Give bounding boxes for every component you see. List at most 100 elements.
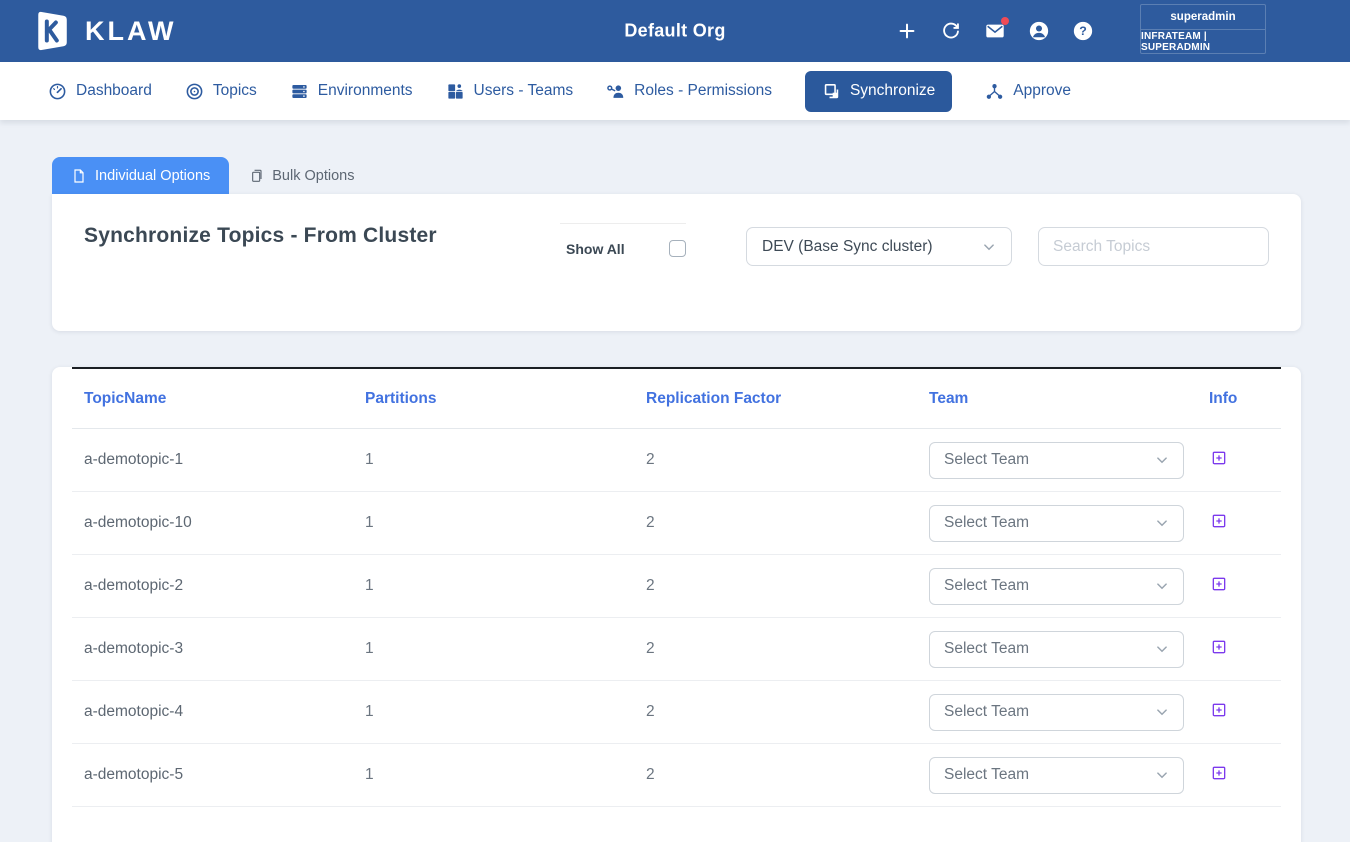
col-partitions[interactable]: Partitions — [353, 390, 634, 408]
nav-label: Topics — [213, 82, 257, 100]
chevron-down-icon — [1153, 451, 1171, 469]
partitions-cell: 1 — [353, 451, 634, 469]
nav-label: Environments — [318, 82, 413, 100]
topic-name-cell: a-demotopic-4 — [72, 703, 353, 721]
topic-info-plus-icon[interactable] — [1211, 702, 1227, 718]
team-select[interactable]: Select Team — [929, 631, 1184, 668]
tab-individual-options[interactable]: Individual Options — [52, 157, 229, 194]
team-select-value: Select Team — [944, 766, 1029, 784]
topic-info-plus-icon[interactable] — [1211, 576, 1227, 592]
approve-icon — [985, 82, 1004, 101]
table-row: a-demotopic-5 1 2 Select Team — [72, 744, 1281, 807]
show-all-checkbox[interactable] — [669, 240, 686, 257]
table-row: a-demotopic-1 1 2 Select Team — [72, 429, 1281, 492]
topics-table: TopicName Partitions Replication Factor … — [72, 367, 1281, 807]
nav-label: Synchronize — [850, 82, 935, 100]
nav-item-approve[interactable]: Approve — [985, 82, 1071, 101]
table-row: a-demotopic-4 1 2 Select Team — [72, 681, 1281, 744]
chevron-down-icon — [980, 238, 998, 256]
team-select[interactable]: Select Team — [929, 757, 1184, 794]
nav-label: Approve — [1013, 82, 1071, 100]
nav-item-environments[interactable]: Environments — [290, 82, 413, 101]
team-select[interactable]: Select Team — [929, 505, 1184, 542]
user-info-box[interactable]: superadmin INFRATEAM | SUPERADMIN — [1140, 4, 1266, 54]
team-select[interactable]: Select Team — [929, 442, 1184, 479]
team-select[interactable]: Select Team — [929, 694, 1184, 731]
nav-item-synchronize[interactable]: Synchronize — [805, 71, 952, 112]
col-replication-factor[interactable]: Replication Factor — [634, 390, 917, 408]
cluster-select[interactable]: DEV (Base Sync cluster) — [746, 227, 1012, 266]
team-select-value: Select Team — [944, 577, 1029, 595]
files-icon — [248, 168, 264, 184]
partitions-cell: 1 — [353, 577, 634, 595]
roles-permissions-icon — [606, 82, 625, 101]
show-all-group: Show All — [560, 223, 686, 257]
team-role: INFRATEAM | SUPERADMIN — [1141, 29, 1265, 53]
topic-info-plus-icon[interactable] — [1211, 639, 1227, 655]
environments-icon — [290, 82, 309, 101]
chevron-down-icon — [1153, 703, 1171, 721]
nav-item-dashboard[interactable]: Dashboard — [48, 82, 152, 101]
team-select-value: Select Team — [944, 451, 1029, 469]
table-row: a-demotopic-3 1 2 Select Team — [72, 618, 1281, 681]
brand[interactable]: KLAW — [34, 9, 176, 53]
options-tabs: Individual Options Bulk Options — [52, 157, 1350, 194]
mail-icon[interactable] — [984, 20, 1006, 42]
chevron-down-icon — [1153, 640, 1171, 658]
refresh-icon[interactable] — [940, 20, 962, 42]
nav-item-roles-permissions[interactable]: Roles - Permissions — [606, 82, 772, 101]
table-header-row: TopicName Partitions Replication Factor … — [72, 369, 1281, 429]
topic-name-cell: a-demotopic-2 — [72, 577, 353, 595]
topic-name-cell: a-demotopic-5 — [72, 766, 353, 784]
replication-factor-cell: 2 — [634, 451, 917, 469]
file-icon — [71, 168, 87, 184]
replication-factor-cell: 2 — [634, 577, 917, 595]
replication-factor-cell: 2 — [634, 514, 917, 532]
team-select-value: Select Team — [944, 703, 1029, 721]
add-icon[interactable] — [896, 20, 918, 42]
col-info[interactable]: Info — [1197, 390, 1281, 408]
partitions-cell: 1 — [353, 703, 634, 721]
tab-bulk-options[interactable]: Bulk Options — [229, 157, 373, 194]
partitions-cell: 1 — [353, 640, 634, 658]
nav-label: Roles - Permissions — [634, 82, 772, 100]
topic-info-plus-icon[interactable] — [1211, 450, 1227, 466]
chevron-down-icon — [1153, 766, 1171, 784]
topic-info-plus-icon[interactable] — [1211, 765, 1227, 781]
search-topics-input[interactable] — [1038, 227, 1269, 266]
user-icon[interactable] — [1028, 20, 1050, 42]
tab-label: Bulk Options — [272, 168, 354, 184]
table-body: a-demotopic-1 1 2 Select Team a-demotopi… — [72, 429, 1281, 807]
org-title: Default Org — [624, 21, 725, 42]
table-row: a-demotopic-10 1 2 Select Team — [72, 492, 1281, 555]
users-teams-icon — [446, 82, 465, 101]
page-title: Synchronize Topics - From Cluster — [84, 224, 437, 248]
cluster-select-value: DEV (Base Sync cluster) — [762, 238, 933, 256]
main-nav: Dashboard Topics Environments Users - Te… — [0, 62, 1350, 120]
brand-name: KLAW — [85, 16, 176, 47]
help-icon[interactable]: ? — [1072, 20, 1094, 42]
team-select-value: Select Team — [944, 640, 1029, 658]
dashboard-icon — [48, 82, 67, 101]
nav-label: Users - Teams — [474, 82, 574, 100]
topic-name-cell: a-demotopic-3 — [72, 640, 353, 658]
topics-table-card: TopicName Partitions Replication Factor … — [52, 367, 1301, 842]
team-select-value: Select Team — [944, 514, 1029, 532]
tab-label: Individual Options — [95, 168, 210, 184]
col-team[interactable]: Team — [917, 390, 1197, 408]
replication-factor-cell: 2 — [634, 766, 917, 784]
mail-notification-badge — [1001, 17, 1009, 25]
synchronize-icon — [822, 82, 841, 101]
partitions-cell: 1 — [353, 766, 634, 784]
topic-name-cell: a-demotopic-10 — [72, 514, 353, 532]
nav-item-topics[interactable]: Topics — [185, 82, 257, 101]
show-all-label: Show All — [566, 241, 625, 257]
topics-icon — [185, 82, 204, 101]
team-select[interactable]: Select Team — [929, 568, 1184, 605]
chevron-down-icon — [1153, 514, 1171, 532]
topic-info-plus-icon[interactable] — [1211, 513, 1227, 529]
top-bar: KLAW Default Org ? — [0, 0, 1350, 62]
nav-item-users-teams[interactable]: Users - Teams — [446, 82, 574, 101]
partitions-cell: 1 — [353, 514, 634, 532]
col-topicname[interactable]: TopicName — [72, 390, 353, 408]
